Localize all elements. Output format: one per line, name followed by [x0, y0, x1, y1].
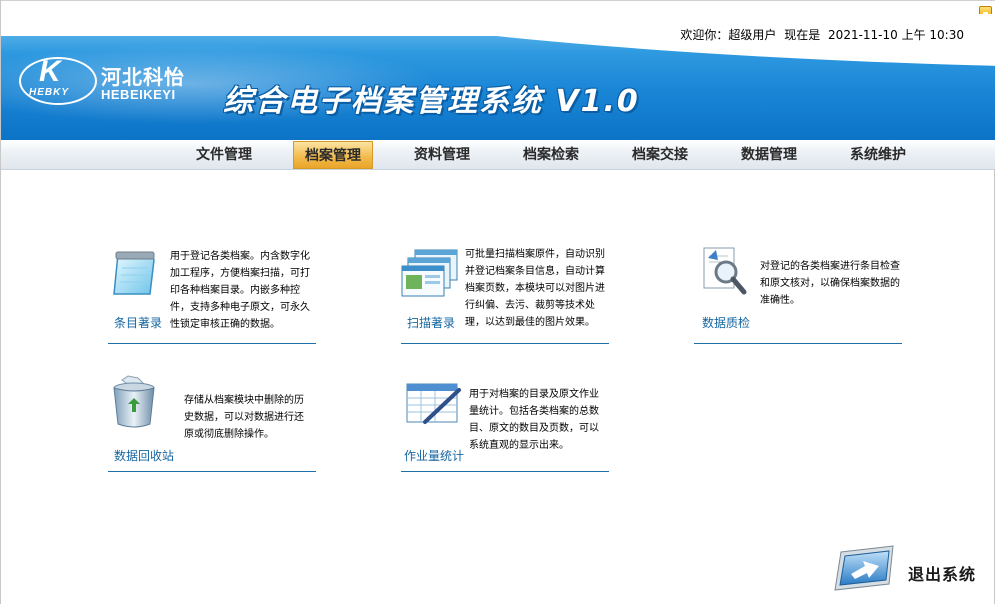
module-label: 条目著录 — [114, 316, 163, 330]
module-description: 对登记的各类档案进行条目检查和原文核对，以确保档案数据的准确性。 — [760, 261, 900, 306]
window-top-strip — [1, 0, 995, 19]
module-data-quality-check[interactable]: 对登记的各类档案进行条目检查和原文核对，以确保档案数据的准确性。 数据质检 — [694, 244, 902, 344]
welcome-user: 欢迎你：超级用户 — [680, 28, 777, 42]
logo-english-name: HEBEIKEYI — [101, 87, 176, 102]
module-workload-statistics[interactable]: 用于对档案的目录及原文作业量统计。包括各类档案的总数目、原文的数目及页数，可以系… — [401, 372, 609, 472]
module-description: 用于登记各类档案。内含数字化加工程序，方便档案扫描，可打印各种档案目录。内嵌多种… — [170, 251, 310, 330]
module-underline — [401, 343, 609, 344]
spreadsheet-pen-icon — [406, 383, 461, 424]
logo-mark-text: HEBKY — [29, 87, 70, 98]
module-description: 存储从档案模块中删除的历史数据，可以对数据进行还原或彻底删除操作。 — [184, 395, 304, 440]
scanned-windows-icon — [401, 249, 458, 297]
nav-item-archive-handover[interactable]: 档案交接 — [620, 141, 700, 169]
app-window: 欢迎你：超级用户 现在是 2021-11-10 上午 10:30 K HEBKY… — [0, 0, 995, 604]
module-label: 数据回收站 — [114, 449, 175, 463]
company-logo: K HEBKY 河北科怡 HEBEIKEYI — [19, 55, 184, 107]
nav-item-data-management[interactable]: 数据管理 — [729, 141, 809, 169]
welcome-text: 欢迎你：超级用户 现在是 2021-11-10 上午 10:30 — [680, 26, 968, 43]
module-underline — [108, 471, 316, 472]
exit-label: 退出系统 — [908, 565, 977, 584]
module-label: 扫描著录 — [407, 316, 456, 330]
logo-chinese-name: 河北科怡 — [101, 65, 185, 89]
nav-item-document-management[interactable]: 资料管理 — [402, 141, 482, 169]
module-description: 用于对档案的目录及原文作业量统计。包括各类档案的总数目、原文的数目及页数，可以系… — [469, 389, 599, 451]
exit-system-button[interactable]: 退出系统 — [831, 540, 991, 596]
nav-item-file-management[interactable]: 文件管理 — [184, 141, 264, 169]
module-label: 作业量统计 — [404, 449, 465, 463]
nav-item-archive-search[interactable]: 档案检索 — [511, 141, 591, 169]
header-banner: 欢迎你：超级用户 现在是 2021-11-10 上午 10:30 K HEBKY… — [1, 14, 995, 140]
exit-arrow-icon — [834, 545, 894, 591]
system-title: 综合电子档案管理系统 V1.0 — [223, 84, 640, 119]
module-entry-cataloging[interactable]: 用于登记各类档案。内含数字化加工程序，方便档案扫描，可打印各种档案目录。内嵌多种… — [108, 244, 316, 344]
nav-item-archive-management[interactable]: 档案管理 — [293, 141, 373, 169]
now-label: 现在是 — [784, 28, 821, 42]
notepad-icon — [113, 251, 155, 295]
module-scan-cataloging[interactable]: 可批量扫描档案原件，自动识别并登记档案条目信息，自动计算档案页数，本模块可以对图… — [401, 244, 609, 344]
main-nav: 文件管理 档案管理 资料管理 档案检索 档案交接 数据管理 系统维护 — [1, 140, 995, 170]
logo-k-glyph: K — [39, 55, 61, 88]
recycle-bin-icon — [113, 375, 155, 428]
nav-item-system-maintenance[interactable]: 系统维护 — [838, 141, 918, 169]
module-recycle-bin[interactable]: 存储从档案模块中删除的历史数据，可以对数据进行还原或彻底删除操作。 数据回收站 — [108, 372, 316, 472]
magnifier-document-icon — [703, 247, 747, 295]
module-underline — [108, 343, 316, 344]
module-underline — [694, 343, 902, 344]
current-datetime: 2021-11-10 上午 10:30 — [828, 28, 964, 42]
module-description: 可批量扫描档案原件，自动识别并登记档案条目信息，自动计算档案页数，本模块可以对图… — [465, 249, 605, 328]
module-label: 数据质检 — [702, 316, 751, 330]
module-underline — [401, 471, 609, 472]
